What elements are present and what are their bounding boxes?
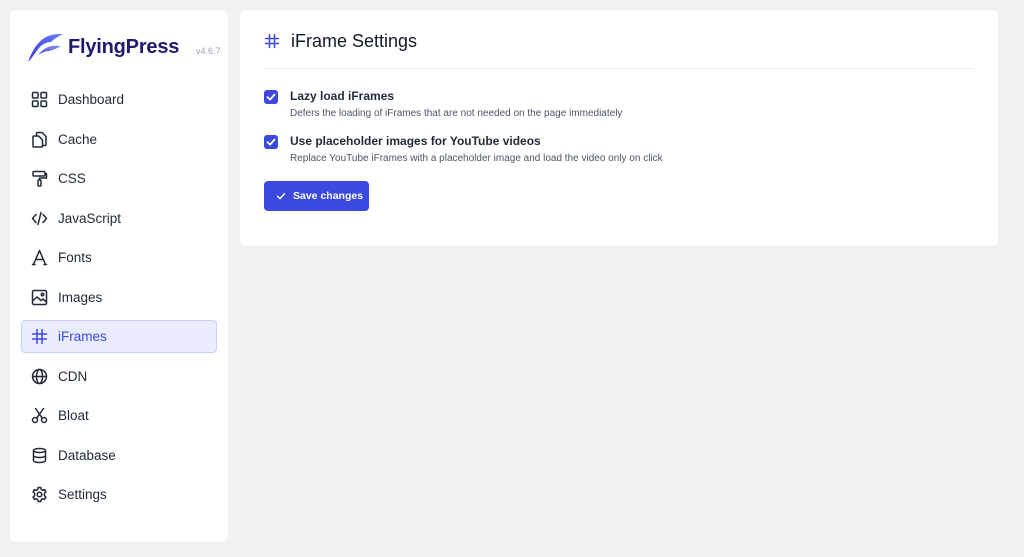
lazy-load-iframes-checkbox[interactable] (264, 90, 278, 104)
brand[interactable]: FlyingPress v4.6.7 (26, 32, 221, 64)
check-icon (276, 191, 286, 201)
sidebar-item-label: Dashboard (58, 92, 125, 107)
version-label: v4.6.7 (196, 46, 221, 56)
hash-icon (31, 328, 48, 345)
sidebar-item-label: Settings (58, 487, 107, 502)
save-button-label: Save changes (293, 190, 364, 202)
sidebar-item-images[interactable]: Images (21, 281, 217, 314)
sidebar-item-label: JavaScript (58, 210, 122, 226)
option-lazy-load-iframes: Lazy load iFrames Defers the loading of … (264, 88, 964, 124)
option-description: Replace YouTube iFrames with a placehold… (290, 153, 663, 164)
sidebar-item-cache[interactable]: Cache (21, 123, 217, 156)
sidebar-nav: Dashboard Cache CSS JavaScript Fonts Ima… (21, 83, 217, 518)
save-button[interactable]: Save changes (264, 181, 369, 211)
sidebar-item-bloat[interactable]: Bloat (21, 399, 217, 432)
gear-icon (31, 486, 48, 503)
page-title: iFrame Settings (291, 31, 418, 51)
iframe-settings-card: iFrame Settings Lazy load iFrames Defers… (240, 10, 998, 246)
copy-icon (31, 131, 48, 148)
brand-name: FlyingPress (68, 36, 180, 58)
option-title[interactable]: Lazy load iFrames (290, 89, 394, 103)
sidebar-item-dashboard[interactable]: Dashboard (21, 83, 217, 116)
sidebar-item-fonts[interactable]: Fonts (21, 241, 217, 274)
sidebar-item-css[interactable]: CSS (21, 162, 217, 195)
sidebar-item-settings[interactable]: Settings (21, 478, 217, 511)
image-icon (31, 289, 48, 306)
option-youtube-placeholder: Use placeholder images for YouTube video… (264, 133, 964, 169)
sidebar-item-iframes[interactable]: iFrames (21, 320, 217, 353)
globe-icon (31, 368, 48, 385)
sidebar: FlyingPress v4.6.7 Dashboard Cache CSS J… (10, 10, 228, 542)
paint-roller-icon (31, 170, 48, 187)
database-icon (31, 447, 48, 464)
dashboard-icon (31, 91, 48, 108)
card-header: iFrame Settings (264, 30, 974, 69)
option-title[interactable]: Use placeholder images for YouTube video… (290, 134, 541, 148)
sidebar-item-database[interactable]: Database (21, 439, 217, 472)
sidebar-item-label: Cache (58, 131, 98, 147)
sidebar-item-label: Database (58, 447, 116, 463)
font-icon (31, 249, 48, 266)
sidebar-item-label: CDN (58, 368, 88, 384)
sidebar-item-label: iFrames (58, 329, 107, 344)
sidebar-item-cdn[interactable]: CDN (21, 360, 217, 393)
sidebar-item-label: Fonts (58, 250, 92, 265)
sidebar-item-label: Images (58, 289, 103, 305)
sidebar-item-label: Bloat (58, 408, 89, 423)
youtube-placeholder-checkbox[interactable] (264, 135, 278, 149)
code-icon (31, 210, 48, 227)
hash-icon (264, 33, 280, 49)
flyingpress-logo-icon (26, 33, 64, 63)
scissors-icon (31, 407, 48, 424)
sidebar-item-javascript[interactable]: JavaScript (21, 202, 217, 235)
sidebar-item-label: CSS (58, 171, 86, 186)
option-description: Defers the loading of iFrames that are n… (290, 108, 623, 119)
